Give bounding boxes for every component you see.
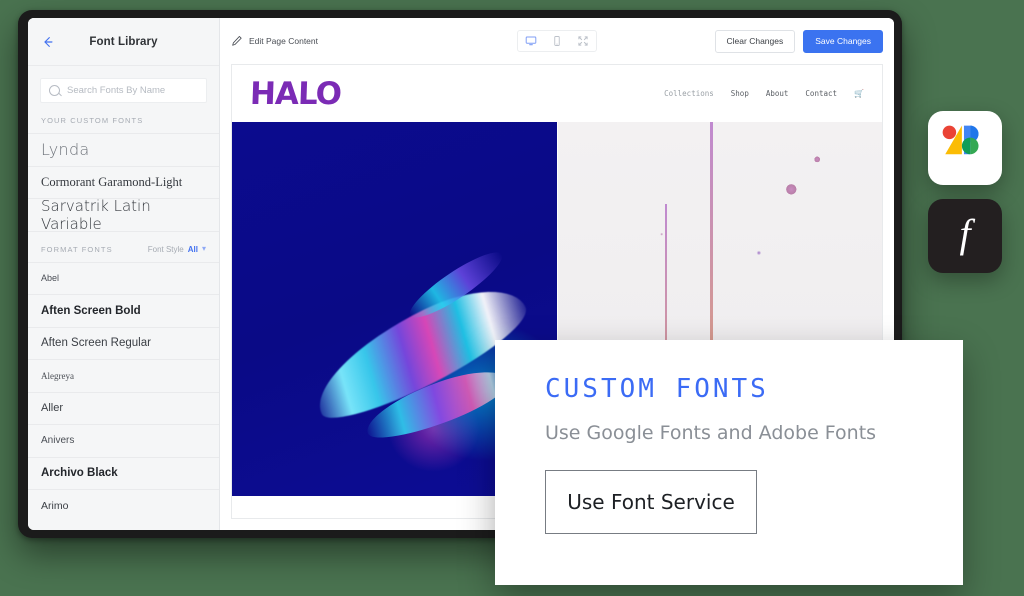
custom-fonts-list: Lynda Cormorant Garamond-Light Sarvatrik…: [28, 133, 219, 233]
font-name: Aller: [41, 402, 64, 415]
adobe-fonts-logo[interactable]: f: [928, 199, 1002, 273]
font-name: Archivo Black: [41, 467, 118, 480]
back-arrow-icon[interactable]: [40, 34, 56, 50]
custom-fonts-subtitle: Use Google Fonts and Adobe Fonts: [545, 422, 877, 444]
page-root: Font Library YOUR CUSTOM FONTS Lynda Cor…: [0, 0, 1024, 596]
font-name: Sarvatrik Latin Variable: [41, 196, 151, 233]
list-item[interactable]: Aften Screen Bold: [28, 294, 219, 327]
list-item[interactable]: Arimo: [28, 489, 219, 522]
font-style-label: Font Style: [147, 244, 184, 254]
search-icon: [49, 85, 60, 96]
list-item[interactable]: Cormorant Garamond-Light: [28, 165, 219, 198]
save-changes-button[interactable]: Save Changes: [803, 29, 883, 53]
font-name: Aften Screen Regular: [41, 337, 151, 350]
adobe-fonts-glyph: f: [959, 211, 971, 256]
format-fonts-list: Abel Aften Screen Bold Aften Screen Regu…: [28, 261, 219, 531]
list-item[interactable]: Sarvatrik Latin Variable: [28, 196, 219, 233]
device-preview-toggle-group: [517, 30, 597, 52]
chevron-down-icon: ▾: [201, 244, 206, 253]
font-style-filter[interactable]: Font Style All ▾: [148, 245, 206, 254]
fullscreen-icon[interactable]: [570, 31, 596, 51]
font-name: Cormorant Garamond-Light: [41, 174, 183, 189]
editor-toolbar: Edit Page Content Clear Changes Save Cha…: [220, 18, 894, 64]
nav-item-contact[interactable]: Contact: [805, 89, 837, 98]
nav-item-collections[interactable]: Collections: [664, 89, 714, 98]
pencil-icon: [232, 36, 242, 46]
edit-page-content-label: Edit Page Content: [249, 36, 318, 46]
search-area: [28, 66, 219, 103]
font-name: Aften Screen Bold: [41, 304, 141, 317]
search-input[interactable]: [67, 85, 198, 96]
clear-changes-button[interactable]: Clear Changes: [714, 29, 796, 53]
custom-fonts-title: CUSTOM FONTS: [545, 374, 769, 404]
font-style-value: All: [187, 244, 198, 254]
list-item[interactable]: Aller: [28, 391, 219, 424]
site-header: HALO Collections Shop About Contact 🛒: [232, 65, 882, 122]
nav-item-shop[interactable]: Shop: [731, 89, 749, 98]
list-item[interactable]: Aften Screen Regular: [28, 326, 219, 359]
list-item[interactable]: Lynda: [28, 133, 219, 166]
edit-page-content-button[interactable]: Edit Page Content: [231, 35, 318, 47]
font-name: Lynda: [41, 140, 90, 160]
site-logo[interactable]: HALO: [249, 76, 341, 112]
mobile-icon[interactable]: [544, 31, 570, 51]
format-fonts-section-label: FORMAT FONTS: [41, 244, 113, 254]
font-name: Abel: [41, 273, 60, 284]
sidebar-header: Font Library: [28, 18, 219, 66]
search-box[interactable]: [40, 78, 207, 103]
list-item[interactable]: Archivo Black: [28, 456, 219, 489]
page-title: Font Library: [89, 35, 158, 48]
font-name: Anivers: [41, 435, 75, 447]
list-item[interactable]: Abel: [28, 261, 219, 294]
cart-icon[interactable]: 🛒: [854, 89, 864, 98]
liquid-thread-decoration: [710, 122, 713, 354]
font-name: Arimo: [41, 499, 69, 512]
format-fonts-section-header: FORMAT FONTS Font Style All ▾: [28, 230, 219, 262]
font-name: Alegreya: [41, 370, 74, 381]
custom-fonts-section-label: YOUR CUSTOM FONTS: [28, 103, 219, 133]
list-item[interactable]: Anivers: [28, 424, 219, 457]
font-library-sidebar: Font Library YOUR CUSTOM FONTS Lynda Cor…: [28, 18, 220, 530]
toolbar-actions: Clear Changes Save Changes: [714, 29, 883, 53]
google-fonts-logo[interactable]: [928, 111, 1002, 185]
use-font-service-button[interactable]: Use Font Service: [545, 470, 757, 534]
site-nav-links: Collections Shop About Contact 🛒: [664, 89, 864, 98]
nav-item-about[interactable]: About: [766, 89, 789, 98]
list-item[interactable]: Alegreya: [28, 359, 219, 392]
custom-fonts-card: CUSTOM FONTS Use Google Fonts and Adobe …: [495, 340, 963, 585]
desktop-icon[interactable]: [518, 31, 544, 51]
